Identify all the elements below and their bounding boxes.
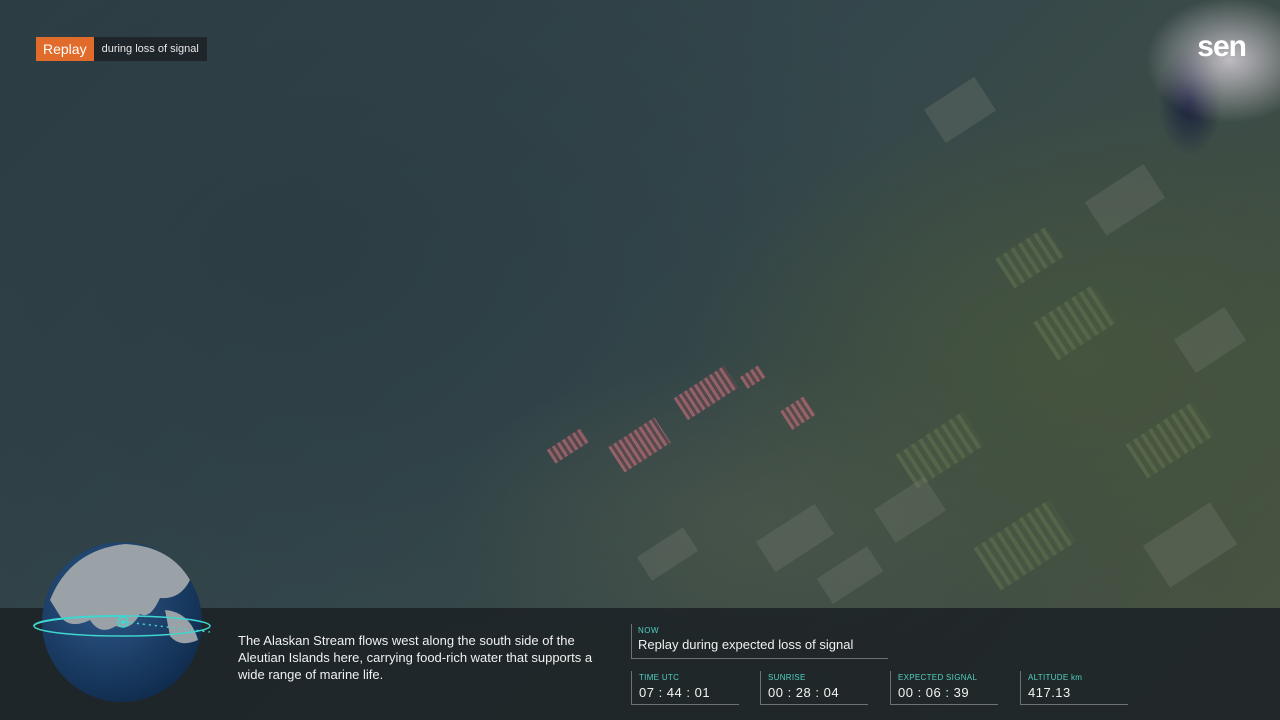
stat-value: 00 : 06 : 39 [898,685,970,700]
stat-time-utc: TIME UTC 07 : 44 : 01 [631,671,739,705]
replay-tag: Replay during loss of signal [36,37,207,61]
stat-value: 417.13 [1028,685,1071,700]
sen-logo: sen [1197,30,1247,63]
stat-altitude: ALTITUDE km 417.13 [1020,671,1128,705]
now-block: NOW Replay during expected loss of signa… [631,624,888,659]
stat-value: 07 : 44 : 01 [639,685,711,700]
now-value: Replay during expected loss of signal [638,637,854,652]
location-description: The Alaskan Stream flows west along the … [238,633,593,682]
stat-label: TIME UTC [639,673,680,682]
stat-label: SUNRISE [768,673,806,682]
replay-note: during loss of signal [93,37,207,61]
now-label: NOW [638,626,660,635]
stat-label: ALTITUDE km [1028,673,1083,682]
stat-expected-signal: EXPECTED SIGNAL 00 : 06 : 39 [890,671,998,705]
stat-sunrise: SUNRISE 00 : 28 : 04 [760,671,868,705]
stat-label: EXPECTED SIGNAL [898,673,978,682]
replay-badge: Replay [36,37,94,61]
stat-value: 00 : 28 : 04 [768,685,840,700]
globe-icon [30,540,220,710]
